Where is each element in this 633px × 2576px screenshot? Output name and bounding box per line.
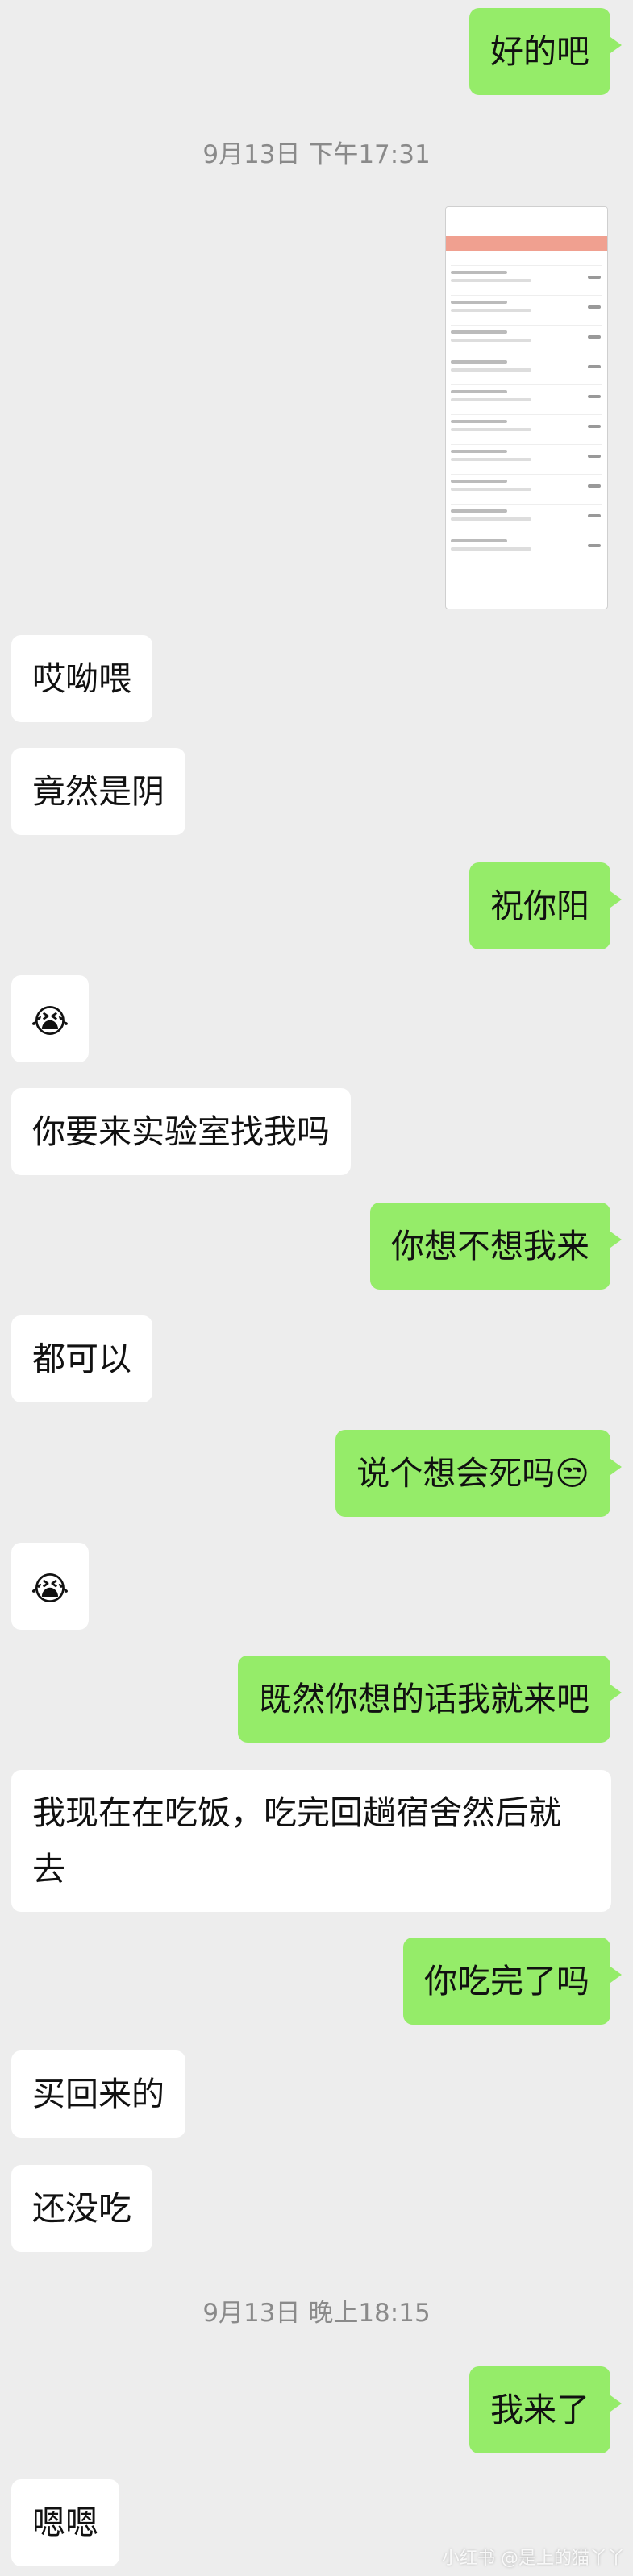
sent-message[interactable]: 祝你阳 <box>469 862 622 949</box>
received-message[interactable]: 买回来的 <box>11 2050 185 2138</box>
timestamp: 9月13日 下午17:31 <box>202 140 431 169</box>
received-message[interactable]: 你要来实验室找我吗 <box>11 1088 351 1175</box>
message-text: 还没吃 <box>32 2189 131 2228</box>
received-message[interactable]: 竟然是阴 <box>11 748 185 835</box>
watermark: 小红书 @是上的猫丫丫 <box>442 2549 625 2569</box>
received-message[interactable]: 我现在在吃饭，吃完回趟宿舍然后就去 <box>11 1770 611 1912</box>
message-text: 买回来的 <box>32 2075 164 2113</box>
message-text: 都可以 <box>32 1340 131 1378</box>
received-emoji-message[interactable]: 😭 <box>11 975 89 1062</box>
message-text: 好的吧 <box>490 32 589 71</box>
message-text: 你吃完了吗 <box>424 1962 589 2001</box>
crying-face-icon: 😭 <box>31 1002 69 1041</box>
message-text: 哎呦喂 <box>32 659 131 698</box>
received-message[interactable]: 嗯嗯 <box>11 2479 119 2566</box>
received-message[interactable]: 还没吃 <box>11 2165 152 2252</box>
sent-message[interactable]: 说个想会死吗😒 <box>335 1430 622 1517</box>
received-message[interactable]: 都可以 <box>11 1315 152 1402</box>
shared-screenshot-image[interactable] <box>445 206 608 609</box>
sent-message[interactable]: 好的吧 <box>469 8 622 95</box>
message-text: 你想不想我来 <box>391 1227 589 1265</box>
sent-message[interactable]: 你吃完了吗 <box>403 1938 622 2025</box>
received-emoji-message[interactable]: 😭 <box>11 1543 89 1630</box>
crying-face-icon: 😭 <box>31 1569 69 1608</box>
message-text: 祝你阳 <box>490 887 589 925</box>
message-text: 竟然是阴 <box>32 772 164 811</box>
message-text: 既然你想的话我就来吧 <box>259 1680 589 1718</box>
message-text: 我现在在吃饭，吃完回趟宿舍然后就去 <box>32 1793 561 1888</box>
message-text: 说个想会死吗😒 <box>356 1454 589 1493</box>
sent-message[interactable]: 你想不想我来 <box>370 1203 622 1290</box>
received-message[interactable]: 哎呦喂 <box>11 635 152 722</box>
sent-message[interactable]: 既然你想的话我就来吧 <box>238 1656 622 1743</box>
message-text: 你要来实验室找我吗 <box>32 1112 330 1151</box>
timestamp: 9月13日 晚上18:15 <box>202 2299 431 2328</box>
message-text: 嗯嗯 <box>32 2503 98 2542</box>
message-text: 我来了 <box>490 2391 589 2429</box>
sent-message[interactable]: 我来了 <box>469 2366 622 2453</box>
